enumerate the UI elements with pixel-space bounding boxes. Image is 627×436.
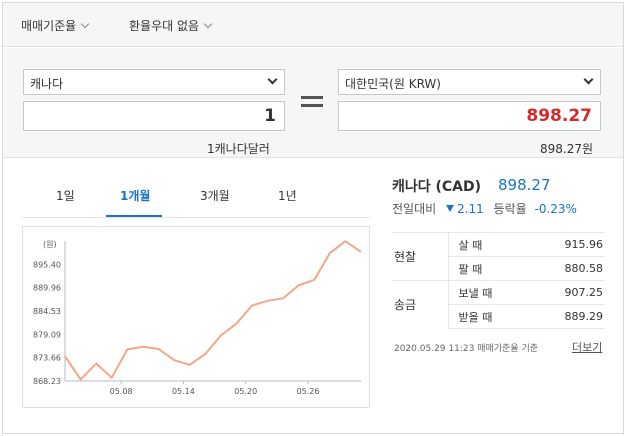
from-amount-input[interactable]: 1 bbox=[23, 101, 285, 131]
rate-series-line bbox=[64, 239, 362, 381]
tab-3month[interactable]: 3개월 bbox=[200, 187, 230, 204]
row-value: 915.96 bbox=[530, 232, 605, 257]
to-currency-label: 대한민국(원 KRW) bbox=[345, 77, 441, 91]
to-currency-select[interactable]: 대한민국(원 KRW) bbox=[338, 69, 601, 95]
y-tick-label: 873.66 bbox=[33, 354, 61, 363]
x-tick-labels: 05.08 05.14 05.20 05.26 bbox=[110, 381, 320, 396]
y-tick-label: 884.53 bbox=[33, 307, 61, 316]
chevron-down-icon bbox=[583, 74, 594, 85]
rate-type-dropdown[interactable]: 매매기준율 bbox=[21, 17, 90, 34]
row-label: 보낼 때 bbox=[448, 280, 531, 305]
y-tick-label: 895.40 bbox=[33, 260, 61, 269]
change-word: 등락율 bbox=[493, 202, 527, 216]
tab-1day[interactable]: 1일 bbox=[56, 187, 75, 204]
group-remit: 송금 bbox=[392, 280, 449, 329]
to-amount-input[interactable]: 898.27 bbox=[338, 101, 601, 131]
period-tabs: 1일 1개월 3개월 1년 bbox=[22, 181, 370, 218]
x-tick-label: 05.14 bbox=[172, 387, 195, 396]
rate-chart: (원) 895.40 889.96 884.53 879.09 873.66 868.23… bbox=[22, 226, 370, 408]
preference-label: 환율우대 없음 bbox=[129, 19, 200, 33]
row-value: 880.58 bbox=[530, 256, 605, 281]
table-row: 현찰 살 때 915.96 bbox=[392, 232, 605, 281]
chart-axes bbox=[64, 241, 361, 382]
preference-dropdown[interactable]: 환율우대 없음 bbox=[129, 17, 213, 34]
active-tab-indicator bbox=[106, 215, 162, 217]
x-tick-label: 05.26 bbox=[297, 387, 320, 396]
chart-svg: (원) 895.40 889.96 884.53 879.09 873.66 868.23… bbox=[33, 239, 362, 396]
rate-type-label: 매매기준율 bbox=[21, 19, 77, 33]
x-tick-label: 05.20 bbox=[234, 387, 257, 396]
group-cash: 현찰 bbox=[392, 232, 449, 281]
x-tick-label: 05.08 bbox=[110, 387, 133, 396]
chevron-down-icon bbox=[80, 19, 90, 29]
from-currency-label: 캐나다 bbox=[30, 77, 64, 91]
y-tick-labels: 895.40 889.96 884.53 879.09 873.66 868.23 bbox=[33, 260, 61, 386]
row-value: 907.25 bbox=[530, 280, 605, 305]
down-arrow-icon bbox=[446, 205, 454, 212]
table-row: 송금 보낼 때 907.25 bbox=[392, 280, 605, 329]
tab-1month[interactable]: 1개월 bbox=[120, 187, 150, 204]
chevron-down-icon bbox=[267, 74, 278, 85]
from-unit-text: 1캐나다달러 bbox=[207, 142, 270, 156]
y-tick-label: 868.23 bbox=[33, 377, 61, 386]
row-label: 받을 때 bbox=[448, 304, 531, 329]
to-unit-text: 898.27원 bbox=[540, 142, 594, 156]
update-footnote: 2020.05.29 11:23 매매기준율 기준 bbox=[394, 344, 539, 354]
y-tick-label: 879.09 bbox=[33, 330, 61, 339]
more-link[interactable]: 더보기 bbox=[572, 339, 602, 355]
row-value: 889.29 bbox=[530, 304, 605, 329]
converter-panel: 캐나다 1 대한민국(원 KRW) 898.27 1캐나다달러 898.27원 bbox=[3, 48, 623, 158]
rate-table: 현찰 살 때 915.96 팔 때 880.58 송금 보낼 때 907.25 … bbox=[392, 232, 605, 329]
change-label: 전일대비 bbox=[392, 202, 437, 216]
current-rate: 898.27 bbox=[498, 176, 551, 194]
currency-title: 캐나다 (CAD) bbox=[392, 179, 482, 195]
filter-bar: 매매기준율 환율우대 없음 bbox=[3, 3, 623, 47]
y-tick-label: 889.96 bbox=[33, 284, 61, 293]
change-value: 2.11 bbox=[457, 202, 484, 216]
change-percent: -0.23% bbox=[534, 202, 577, 216]
row-label: 팔 때 bbox=[448, 256, 531, 281]
y-unit-label: (원) bbox=[43, 240, 57, 249]
row-label: 살 때 bbox=[448, 232, 531, 257]
tab-1year[interactable]: 1년 bbox=[278, 187, 297, 204]
change-line: 전일대비 2.11 등락율 -0.23% bbox=[392, 200, 577, 217]
equals-icon bbox=[301, 96, 323, 112]
chevron-down-icon bbox=[203, 19, 213, 29]
from-currency-select[interactable]: 캐나다 bbox=[23, 69, 285, 95]
